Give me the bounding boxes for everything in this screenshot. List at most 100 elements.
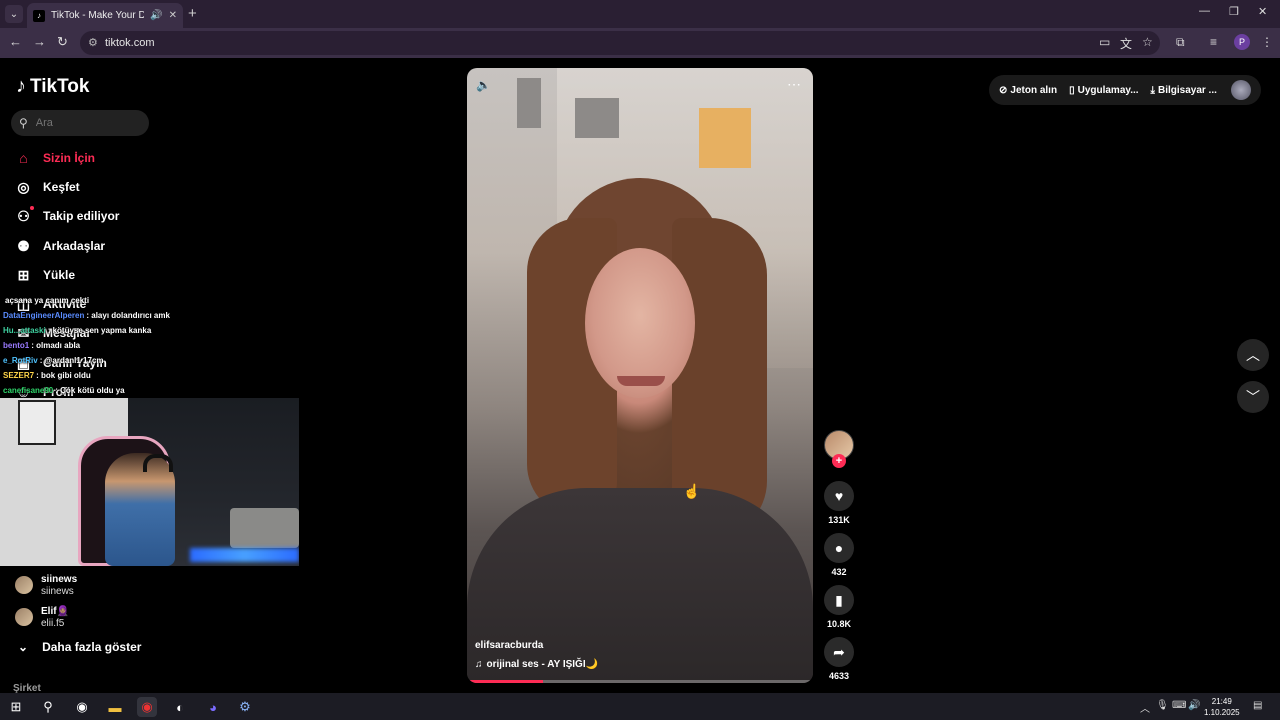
tiktok-favicon-icon: ♪ xyxy=(33,9,45,22)
close-window-icon[interactable]: ✕ xyxy=(1258,5,1267,18)
chat-message: açsana ya canım çekti xyxy=(3,296,89,305)
chat-message: SEZER7: bok gibi oldu xyxy=(3,371,91,380)
chat-username: e_RotRiv xyxy=(3,356,38,365)
chevron-up-icon: ︿ xyxy=(1246,347,1260,363)
video-author[interactable]: elifsaracburda xyxy=(475,640,543,651)
user-avatar[interactable] xyxy=(1231,80,1251,100)
microphone-icon[interactable]: 🎙 xyxy=(1156,700,1169,711)
nav-for-you[interactable]: ⌂ Sizin İçin xyxy=(16,147,95,169)
follow-plus-icon[interactable]: + xyxy=(832,454,846,468)
site-info-icon[interactable]: ⚙ xyxy=(88,36,98,49)
following-icon: ⚇ xyxy=(17,207,30,224)
browser-tab[interactable]: ♪ TikTok - Make Your Day 🔊 ✕ xyxy=(27,3,183,28)
chrome-active-taskbar-icon[interactable]: ◉ xyxy=(137,697,157,717)
search-box[interactable]: ⚲ xyxy=(11,110,149,136)
chat-text: : olmadı abla xyxy=(31,341,81,350)
previous-video-button[interactable]: ︿ xyxy=(1237,339,1269,371)
translate-icon[interactable]: 文 xyxy=(1120,35,1132,52)
like-button[interactable]: ♥ 131K xyxy=(824,481,854,525)
notifications-icon[interactable]: ▤ xyxy=(1253,700,1262,711)
webcam-overlay xyxy=(0,398,299,566)
nav-label: Arkadaşlar xyxy=(43,239,106,253)
desktop-app-label: Bilgisayar ... xyxy=(1157,84,1217,96)
share-icon: ➦ xyxy=(824,637,854,667)
chevron-down-icon: ﹀ xyxy=(1246,389,1260,405)
video-player[interactable]: 🔈 ⋯ elifsaracburda ♫ orijinal ses - AY I… xyxy=(467,68,813,683)
extensions-icon[interactable]: ⧉ xyxy=(1176,35,1185,50)
chat-text: : alayı dolandırıcı amk xyxy=(86,311,170,320)
nav-upload[interactable]: ⊞ Yükle xyxy=(16,264,75,286)
chat-text: : @ardanl1 17cm xyxy=(39,356,104,365)
nav-friends[interactable]: ⚉ Arkadaşlar xyxy=(16,235,105,257)
webcam-blanket xyxy=(230,508,299,548)
volume-icon[interactable]: 🔈 xyxy=(476,78,491,92)
browser-profile-avatar[interactable]: P xyxy=(1234,34,1250,50)
forward-icon[interactable]: → xyxy=(33,34,46,49)
home-icon: ⌂ xyxy=(19,150,28,166)
media-control-icon[interactable]: ≡ xyxy=(1210,35,1217,49)
nav-label: Sizin İçin xyxy=(43,151,96,165)
show-more-button[interactable]: ⌄ Daha fazla göster xyxy=(18,640,141,654)
tab-list-button[interactable]: ⌄ xyxy=(5,5,23,23)
minimize-icon[interactable]: — xyxy=(1199,5,1210,17)
search-icon: ⚲ xyxy=(19,116,28,130)
compass-icon: ◎ xyxy=(17,178,30,195)
chat-message: bento1: olmadı abla xyxy=(3,341,80,350)
chrome-taskbar-icon[interactable]: ◉ xyxy=(72,697,92,717)
get-app-button[interactable]: ▯ Uygulamay... xyxy=(1069,85,1138,96)
webcam-poster xyxy=(18,400,56,445)
like-count: 131K xyxy=(828,515,850,525)
nav-explore[interactable]: ◎ Keşfet xyxy=(16,176,79,198)
desktop-app-button[interactable]: ⤓ Bilgisayar ... xyxy=(1151,85,1217,96)
new-tab-button[interactable]: + xyxy=(188,5,197,22)
search-input[interactable] xyxy=(35,117,136,129)
video-progress-bar[interactable] xyxy=(467,680,813,683)
network-icon[interactable]: ⌨ xyxy=(1172,700,1186,711)
chat-text: açsana ya canım çekti xyxy=(5,296,90,305)
restore-icon[interactable]: ❐ xyxy=(1229,5,1239,18)
following-account[interactable]: Elif🧕🏽 elii.f5 xyxy=(15,606,69,630)
coin-icon: ⊘ xyxy=(999,84,1008,96)
address-bar[interactable]: ⚙ tiktok.com xyxy=(80,31,1160,55)
taskbar-search-icon[interactable]: ⚲ xyxy=(38,697,58,717)
chat-message: canefisane90: Çok kötü oldu ya xyxy=(3,386,125,395)
video-lit-window xyxy=(699,108,751,168)
steam-taskbar-icon[interactable]: ⚙ xyxy=(235,697,255,717)
get-coins-button[interactable]: ⊘ Jeton alın xyxy=(999,85,1057,96)
discord-taskbar-icon[interactable]: ◕ xyxy=(203,697,223,717)
save-button[interactable]: ▮ 10.8K xyxy=(824,585,854,629)
webcam-headset xyxy=(143,454,173,472)
video-building-window xyxy=(575,98,619,138)
cast-icon[interactable]: ▭ xyxy=(1099,35,1110,49)
tab-audio-icon[interactable]: 🔊 xyxy=(150,10,162,21)
obs-taskbar-icon[interactable]: ◐ xyxy=(170,697,190,717)
share-button[interactable]: ➦ 4633 xyxy=(824,637,854,681)
tiktok-logo[interactable]: ♪ TikTok xyxy=(16,75,89,98)
tray-chevron-icon[interactable]: ︿ xyxy=(1140,700,1150,715)
speaker-icon[interactable]: 🔊 xyxy=(1188,700,1200,711)
avatar xyxy=(15,608,33,626)
bookmark-star-icon[interactable]: ☆ xyxy=(1142,35,1153,49)
browser-toolbar: ← → ↻ ⚙ tiktok.com ▭ 文 ☆ ⧉ ≡ ⋮ xyxy=(0,28,1280,58)
more-options-icon[interactable]: ⋯ xyxy=(787,76,801,93)
comment-button[interactable]: ● 432 xyxy=(824,533,854,577)
windows-taskbar: ⊞ ⚲ ◉ ▬ ◉ ◐ ◕ ⚙ ︿ 🎙 ⌨ 🔊 ▤ xyxy=(0,693,1280,720)
windows-start-icon[interactable]: ⊞ xyxy=(6,697,26,717)
taskbar-clock[interactable]: 21:49 1.10.2025 xyxy=(1204,696,1240,718)
file-explorer-icon[interactable]: ▬ xyxy=(105,697,125,717)
tab-close-icon[interactable]: ✕ xyxy=(169,10,177,21)
reload-icon[interactable]: ↻ xyxy=(57,34,68,50)
next-video-button[interactable]: ﹀ xyxy=(1237,381,1269,413)
following-account[interactable]: siinews siinews xyxy=(15,574,77,598)
chevron-down-icon: ⌄ xyxy=(18,640,29,654)
tab-title: TikTok - Make Your Day xyxy=(51,10,145,21)
nav-label: Yükle xyxy=(43,268,76,282)
browser-tabbar: ⌄ ♪ TikTok - Make Your Day 🔊 ✕ + — ❐ ✕ xyxy=(0,0,1280,28)
video-subject-smile xyxy=(617,376,665,386)
browser-menu-icon[interactable]: ⋮ xyxy=(1261,35,1273,49)
back-icon[interactable]: ← xyxy=(9,34,22,49)
account-name: siinews xyxy=(41,574,78,585)
account-handle: elii.f5 xyxy=(41,618,65,629)
video-sound[interactable]: ♫ orijinal ses - AY IŞIĞI🌙 xyxy=(475,659,598,670)
chat-message: Hu...attaski: kötüyse sen yapma kanka xyxy=(3,326,151,335)
